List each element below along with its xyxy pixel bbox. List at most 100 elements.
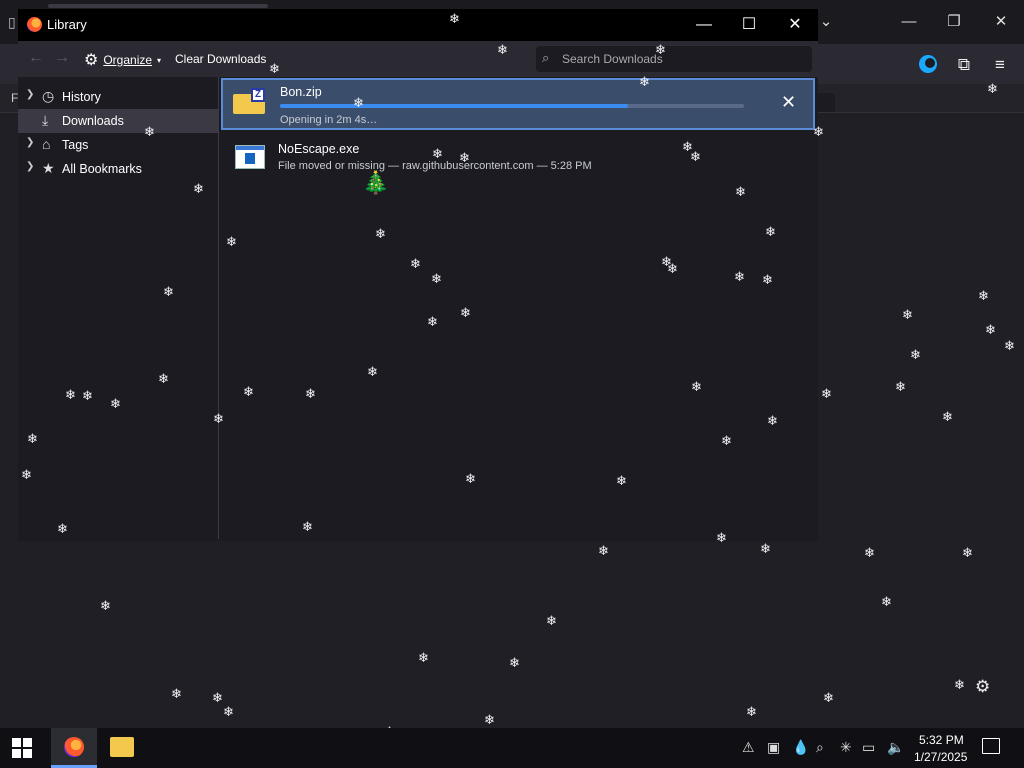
snowflake-icon: ❄ — [27, 431, 38, 446]
snowflake-icon: ❄ — [100, 598, 111, 613]
snowflake-icon: ❄ — [813, 124, 824, 139]
snowflake-icon: ❄ — [212, 690, 223, 705]
snowflake-icon: ❄ — [497, 42, 508, 57]
download-item-noescape-exe[interactable]: NoEscape.exe File moved or missing — raw… — [221, 137, 815, 189]
organize-button[interactable]: ⚙ Organize ▾ — [84, 50, 161, 70]
snowflake-icon: ❄ — [171, 686, 182, 701]
snowflake-icon: ❄ — [509, 655, 520, 670]
snowflake-icon: ❄ — [213, 411, 224, 426]
star-icon: ★ — [42, 160, 55, 176]
account-icon[interactable] — [917, 54, 939, 76]
file-explorer-icon[interactable] — [110, 737, 134, 757]
sidebar-item-tags[interactable]: ❯ ⌂ Tags — [18, 133, 218, 157]
extensions-icon[interactable]: ⧉ — [953, 54, 975, 76]
snowflake-icon: ❄ — [449, 11, 460, 26]
sidebar-item-label: History — [62, 90, 101, 104]
library-titlebar[interactable]: Library — ☐ ✕ — [18, 9, 818, 41]
forward-arrow-icon[interactable]: → — [54, 49, 70, 67]
snowflake-icon: ❄ — [459, 150, 470, 165]
snowflake-icon: ❄ — [746, 704, 757, 719]
snowflake-icon: ❄ — [910, 347, 921, 362]
sidebar-item-all-bookmarks[interactable]: ❯ ★ All Bookmarks — [18, 157, 218, 181]
exe-file-icon — [235, 145, 265, 169]
sidebar-item-downloads[interactable]: ⤓ Downloads — [18, 109, 218, 133]
gear-icon: ⚙ — [84, 52, 99, 69]
snowflake-icon: ❄ — [881, 594, 892, 609]
clear-downloads-button[interactable]: Clear Downloads — [175, 52, 266, 66]
snowflake-icon: ❄ — [269, 61, 280, 76]
background-restore-button[interactable]: ❐ — [940, 10, 968, 34]
search-placeholder: Search Downloads — [562, 52, 663, 66]
windows-start-button[interactable] — [12, 738, 32, 758]
cancel-download-button[interactable]: ✕ — [781, 92, 796, 113]
snowflake-icon: ❄ — [375, 226, 386, 241]
background-tab[interactable] — [48, 4, 268, 8]
sidebar-item-history[interactable]: ❯ ◷ History — [18, 85, 218, 109]
dropdown-arrow-icon: ▾ — [157, 55, 162, 65]
downloads-list: Z Bon.zip Opening in 2m 4s… ✕ NoEscape.e… — [218, 77, 817, 539]
notifications-icon[interactable] — [982, 738, 1000, 754]
snowflake-icon: ❄ — [987, 81, 998, 96]
snowflake-icon: ❄ — [690, 149, 701, 164]
organize-label: Organize — [103, 53, 153, 67]
snowflake-icon: ❄ — [144, 124, 155, 139]
snowflake-icon: ❄ — [432, 146, 443, 161]
snowflake-icon: ❄ — [864, 545, 875, 560]
snowflake-icon: ❄ — [978, 288, 989, 303]
search-icon: ⌕ — [542, 50, 550, 65]
snowflake-icon: ❄ — [760, 541, 771, 556]
snowflake-icon: ❄ — [734, 269, 745, 284]
download-name: Bon.zip — [280, 85, 322, 99]
snowflake-icon: ❄ — [226, 234, 237, 249]
maximize-button[interactable]: ☐ — [729, 13, 769, 37]
clock-time[interactable]: 5:32 PM — [919, 733, 964, 747]
menu-icon[interactable]: ≡ — [989, 54, 1011, 76]
snowflake-icon: ❄ — [962, 545, 973, 560]
expand-chevron-icon[interactable]: ❯ — [26, 161, 34, 172]
snowflake-icon: ❄ — [427, 314, 438, 329]
snowflake-icon: ❄ — [460, 305, 471, 320]
security-icon[interactable]: ⚠ — [742, 739, 755, 756]
snowflake-icon: ❄ — [431, 271, 442, 286]
snowflake-icon: ❄ — [985, 322, 996, 337]
snowflake-icon: ❄ — [954, 677, 965, 692]
snowflake-tray-icon[interactable]: ✳ — [840, 739, 852, 756]
drop-icon[interactable]: 💧 — [792, 739, 809, 756]
download-icon: ⤓ — [42, 112, 49, 128]
snowflake-icon: ❄ — [942, 409, 953, 424]
expand-chevron-icon[interactable]: ❯ — [26, 137, 34, 148]
snowflake-icon: ❄ — [65, 387, 76, 402]
download-status: Opening in 2m 4s… — [280, 114, 378, 126]
snowflake-icon: ❄ — [721, 433, 732, 448]
snowflake-icon: ❄ — [598, 543, 609, 558]
settings-gear-icon[interactable]: ⚙ — [975, 677, 990, 697]
snowflake-icon: ❄ — [895, 379, 906, 394]
taskbar: ⚠ ▣ 💧 ⌕ ✳ ▭ 🔈 5:32 PM 1/27/2025 — [0, 728, 1024, 768]
network-icon[interactable]: ▭ — [862, 739, 875, 756]
tag-icon: ⌂ — [42, 136, 51, 152]
snowflake-icon: ❄ — [410, 256, 421, 271]
search-input[interactable]: ⌕ Search Downloads — [536, 46, 812, 72]
download-progress-fill — [280, 104, 628, 108]
snowflake-icon: ❄ — [193, 181, 204, 196]
background-close-button[interactable]: ✕ — [987, 10, 1015, 34]
snowflake-icon: ❄ — [767, 413, 778, 428]
library-sidebar: ❯ ◷ History ⤓ Downloads ❯ ⌂ Tags ❯ ★ All… — [18, 77, 218, 541]
volume-muted-icon[interactable]: 🔈 — [887, 739, 904, 756]
snowflake-icon: ❄ — [353, 95, 364, 110]
library-title: Library — [47, 17, 87, 32]
background-tab-icon: ▯ — [8, 14, 16, 30]
minimize-button[interactable]: — — [684, 13, 724, 37]
snowflake-icon: ❄ — [57, 521, 68, 536]
snowflake-icon: ❄ — [367, 364, 378, 379]
taskbar-firefox-button[interactable] — [51, 728, 97, 768]
search-tray-icon[interactable]: ⌕ — [816, 739, 824, 756]
close-button[interactable]: ✕ — [775, 13, 815, 37]
download-item-bon-zip[interactable]: Z Bon.zip Opening in 2m 4s… ✕ — [221, 78, 815, 130]
expand-chevron-icon[interactable]: ❯ — [26, 89, 34, 100]
snowflake-icon: ❄ — [110, 396, 121, 411]
back-arrow-icon[interactable]: ← — [28, 49, 44, 67]
clock-date[interactable]: 1/27/2025 — [914, 750, 967, 764]
app-tray-icon[interactable]: ▣ — [767, 739, 780, 756]
background-minimize-button[interactable]: — — [895, 10, 923, 34]
